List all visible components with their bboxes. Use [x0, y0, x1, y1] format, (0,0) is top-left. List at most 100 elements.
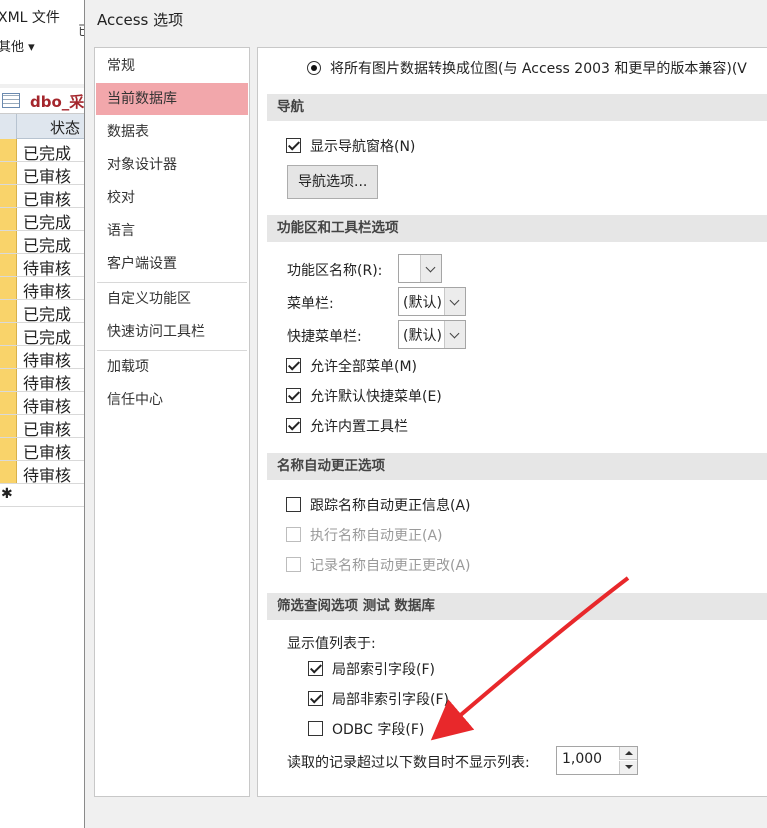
dialog-title: Access 选项	[97, 11, 184, 29]
record-selector[interactable]	[0, 254, 17, 276]
record-selector[interactable]	[0, 438, 17, 460]
record-selector[interactable]	[0, 461, 17, 483]
status-cell[interactable]: 已审核	[23, 163, 71, 187]
grid-rows: 已完成 已审核 已审核 已完成 已完成 待审核 待审核 已完成 已完成 待审核 待审核 待审核 已审核已…	[0, 139, 90, 507]
chevron-down-icon[interactable]	[444, 288, 465, 315]
nav-item-trust-center[interactable]: 信任中心	[96, 384, 248, 416]
table-row[interactable]: 已完成	[0, 139, 90, 164]
menu-bar-value: (默认)	[403, 295, 442, 311]
local-indexed-checkbox[interactable]: 局部索引字段(F)	[308, 659, 435, 679]
checkbox-disabled-icon	[286, 527, 301, 542]
record-selector[interactable]	[0, 277, 17, 299]
status-cell[interactable]: 待审核	[23, 347, 71, 371]
table-row[interactable]: 待审核	[0, 346, 90, 371]
record-limit-spinner[interactable]: 1,000	[556, 746, 638, 775]
record-selector[interactable]	[0, 185, 17, 207]
record-selector[interactable]	[0, 231, 17, 253]
nav-item-current-database[interactable]: 当前数据库	[96, 83, 248, 115]
checkbox-checked-icon[interactable]	[308, 661, 323, 676]
show-nav-pane-checkbox[interactable]: 显示导航窗格(N)	[286, 136, 415, 156]
checkbox-unchecked-icon[interactable]	[308, 721, 323, 736]
record-limit-value[interactable]: 1,000	[562, 751, 602, 767]
record-selector[interactable]	[0, 162, 17, 184]
allow-default-shortcut-checkbox[interactable]: 允许默认快捷菜单(E)	[286, 386, 442, 406]
nav-item-quick-access-toolbar[interactable]: 快速访问工具栏	[96, 316, 248, 348]
nav-item-add-ins[interactable]: 加载项	[96, 351, 248, 383]
ribbon-more[interactable]: 其他 ▾	[0, 36, 35, 55]
status-cell[interactable]: 已完成	[23, 324, 71, 348]
record-selector[interactable]	[0, 323, 17, 345]
table-row[interactable]: 待审核	[0, 369, 90, 394]
table-row[interactable]: 已完成	[0, 231, 90, 256]
spin-up-icon[interactable]	[619, 747, 637, 760]
ribbon-name-combo[interactable]	[398, 254, 442, 283]
status-cell[interactable]: 已完成	[23, 301, 71, 325]
odbc-fields-checkbox[interactable]: ODBC 字段(F)	[308, 719, 424, 739]
status-cell[interactable]: 已完成	[23, 232, 71, 256]
record-selector[interactable]	[0, 139, 17, 161]
table-row[interactable]: 待审核	[0, 461, 90, 486]
table-row[interactable]: 已完成	[0, 300, 90, 325]
nav-item-proofing[interactable]: 校对	[96, 182, 248, 214]
status-cell[interactable]: 待审核	[23, 393, 71, 417]
checkbox-unchecked-icon[interactable]	[286, 497, 301, 512]
status-cell[interactable]: 已完成	[23, 140, 71, 164]
bitmap-conversion-option[interactable]: 将所有图片数据转换成位图(与 Access 2003 和更早的版本兼容)(V	[307, 58, 747, 78]
table-row[interactable]: 已完成	[0, 208, 90, 233]
radio-selected-icon[interactable]	[307, 61, 321, 75]
menu-bar-label: 菜单栏:	[287, 296, 334, 312]
menu-bar-combo[interactable]: (默认)	[398, 287, 466, 316]
new-record-row[interactable]: ✱	[0, 484, 90, 507]
column-header-status[interactable]: 状态	[50, 117, 80, 138]
table-row[interactable]: 待审核	[0, 392, 90, 417]
status-cell[interactable]: 待审核	[23, 370, 71, 394]
nav-item-client-settings[interactable]: 客户端设置	[96, 248, 248, 280]
select-all-corner[interactable]	[0, 114, 17, 139]
track-autocorrect-checkbox[interactable]: 跟踪名称自动更正信息(A)	[286, 495, 471, 515]
record-selector[interactable]	[0, 346, 17, 368]
nav-item-object-designers[interactable]: 对象设计器	[96, 149, 248, 181]
table-row[interactable]: 已审核	[0, 162, 90, 187]
checkbox-checked-icon[interactable]	[286, 418, 301, 433]
ribbon-xml-file[interactable]: XML 文件	[0, 7, 60, 27]
status-cell[interactable]: 待审核	[23, 278, 71, 302]
checkbox-checked-icon[interactable]	[286, 388, 301, 403]
chevron-down-icon[interactable]	[444, 321, 465, 348]
checkbox-checked-icon[interactable]	[286, 358, 301, 373]
record-selector[interactable]	[0, 415, 17, 437]
log-autocorrect-checkbox: 记录名称自动更正更改(A)	[286, 555, 471, 575]
allow-full-menus-label: 允许全部菜单(M)	[310, 359, 418, 375]
shortcut-menu-bar-combo[interactable]: (默认)	[398, 320, 466, 349]
status-cell[interactable]: 待审核	[23, 462, 71, 486]
status-cell[interactable]: 已审核	[23, 439, 71, 463]
record-selector[interactable]	[0, 392, 17, 414]
chevron-down-icon[interactable]	[420, 255, 441, 282]
allow-builtin-toolbars-checkbox[interactable]: 允许内置工具栏	[286, 416, 408, 436]
table-row[interactable]: 待审核	[0, 277, 90, 302]
grid-column-header[interactable]: 状态	[0, 114, 90, 139]
navigation-options-button[interactable]: 导航选项...	[287, 165, 379, 199]
local-nonindexed-checkbox[interactable]: 局部非索引字段(F)	[308, 689, 449, 709]
allow-full-menus-checkbox[interactable]: 允许全部菜单(M)	[286, 356, 417, 376]
status-cell[interactable]: 已完成	[23, 209, 71, 233]
nav-item-datasheet[interactable]: 数据表	[96, 116, 248, 148]
record-selector[interactable]	[0, 208, 17, 230]
status-cell[interactable]: 已审核	[23, 416, 71, 440]
record-selector[interactable]	[0, 369, 17, 391]
status-cell[interactable]: 待审核	[23, 255, 71, 279]
table-row[interactable]: 已完成	[0, 323, 90, 348]
table-row[interactable]: 已审核	[0, 438, 90, 463]
record-selector[interactable]	[0, 300, 17, 322]
spin-down-icon[interactable]	[619, 761, 637, 774]
table-row[interactable]: 已审核	[0, 415, 90, 440]
nav-item-general[interactable]: 常规	[96, 50, 248, 82]
checkbox-checked-icon[interactable]	[308, 691, 323, 706]
checkbox-checked-icon[interactable]	[286, 138, 301, 153]
table-row[interactable]: 待审核	[0, 254, 90, 279]
nav-item-customize-ribbon[interactable]: 自定义功能区	[96, 283, 248, 315]
section-header-navigation: 导航	[267, 94, 767, 121]
status-cell[interactable]: 已审核	[23, 186, 71, 210]
nav-item-language[interactable]: 语言	[96, 215, 248, 247]
table-row[interactable]: 已审核	[0, 185, 90, 210]
document-tab-title[interactable]: dbo_采	[30, 91, 84, 112]
